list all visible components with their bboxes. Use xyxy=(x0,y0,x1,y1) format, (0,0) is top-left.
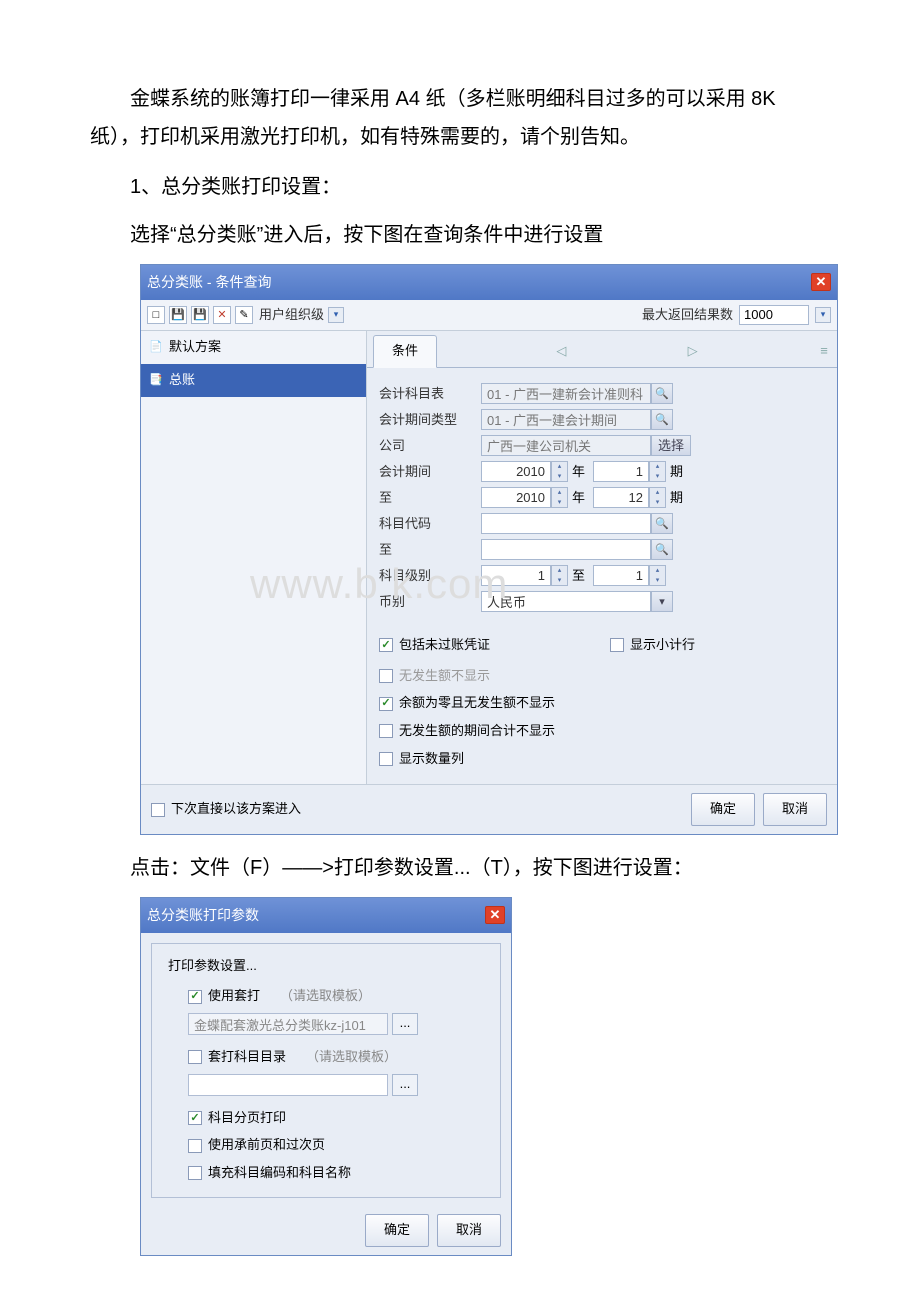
select-button[interactable]: 选择 xyxy=(651,435,691,456)
input-code-to[interactable] xyxy=(481,539,651,560)
spinner[interactable]: ▴▾ xyxy=(551,565,568,586)
doc-icon: 📑 xyxy=(149,373,163,387)
spinner[interactable]: ▴▾ xyxy=(649,565,666,586)
check-hide-no-amount[interactable]: 无发生额不显示 xyxy=(379,664,825,689)
check-show-qty[interactable]: 显示数量列 xyxy=(379,747,825,772)
list-icon[interactable]: ≡ xyxy=(817,344,831,358)
tab-conditions[interactable]: 条件 xyxy=(373,335,437,368)
print-params-fieldset: 打印参数设置... ✓使用套打 （请选取模板） ... 套打科目目录 （请选取模… xyxy=(151,943,501,1198)
dropdown-icon[interactable]: ▾ xyxy=(815,307,831,323)
fieldset-legend: 打印参数设置... xyxy=(164,954,261,979)
close-icon[interactable]: ✕ xyxy=(811,273,831,291)
label-period-to: 至 xyxy=(379,486,481,511)
lookup-icon[interactable]: 🔍 xyxy=(651,539,673,560)
print-dialog-titlebar: 总分类账打印参数 ✕ xyxy=(141,898,511,933)
cancel-button[interactable]: 取消 xyxy=(763,793,827,826)
check-hide-zero[interactable]: ✓余额为零且无发生额不显示 xyxy=(379,691,825,716)
label-code-to: 至 xyxy=(379,538,481,563)
check-hide-period-total[interactable]: 无发生额的期间合计不显示 xyxy=(379,719,825,744)
print-params-dialog: 总分类账打印参数 ✕ 打印参数设置... ✓使用套打 （请选取模板） ... 套… xyxy=(140,897,512,1255)
max-results-input[interactable] xyxy=(739,305,809,325)
browse-icon[interactable]: ... xyxy=(392,1074,418,1096)
cancel-button[interactable]: 取消 xyxy=(437,1214,501,1247)
save-icon[interactable]: 💾 xyxy=(169,306,187,324)
unit-period: 期 xyxy=(666,460,691,485)
new-icon[interactable]: □ xyxy=(147,306,165,324)
check-remember-scheme[interactable]: 下次直接以该方案进入 xyxy=(151,797,301,822)
input-year-to[interactable] xyxy=(481,487,551,508)
spinner[interactable]: ▴▾ xyxy=(551,461,568,482)
unit-year: 年 xyxy=(568,460,593,485)
doc-icon: 📄 xyxy=(149,341,163,355)
prev-icon[interactable]: ◁ xyxy=(554,344,568,358)
input-code-from[interactable] xyxy=(481,513,651,534)
template-input-1[interactable] xyxy=(188,1013,388,1035)
template-hint: （请选取模板） xyxy=(306,1045,397,1070)
input-year-from[interactable] xyxy=(481,461,551,482)
check-fill-code-name[interactable]: 填充科目编码和科目名称 xyxy=(188,1161,488,1186)
label-company: 公司 xyxy=(379,434,481,459)
sidebar-item-label: 默认方案 xyxy=(169,335,221,360)
input-period-to[interactable] xyxy=(593,487,649,508)
edit-icon[interactable]: ✎ xyxy=(235,306,253,324)
input-currency[interactable] xyxy=(481,591,651,612)
paragraph-1: 金蝶系统的账簿打印一律采用 A4 纸（多栏账明细科目过多的可以采用 8K 纸），… xyxy=(90,80,830,156)
max-results-label: 最大返回结果数 xyxy=(642,303,733,328)
dropdown-icon[interactable]: ▾ xyxy=(651,591,673,612)
label-currency: 币别 xyxy=(379,590,481,615)
unit-year: 年 xyxy=(568,486,593,511)
query-dialog-titlebar: 总分类账 - 条件查询 ✕ xyxy=(141,265,837,300)
template-input-2[interactable] xyxy=(188,1074,388,1096)
check-use-template[interactable]: ✓使用套打 （请选取模板） xyxy=(188,984,488,1009)
dropdown-icon[interactable]: ▾ xyxy=(328,307,344,323)
input-period-type[interactable] xyxy=(481,409,651,430)
sidebar-item-ledger[interactable]: 📑 总账 xyxy=(141,364,366,397)
check-show-subtotal[interactable]: 显示小计行 xyxy=(610,633,695,658)
paragraph-3: 点击：文件（F）——>打印参数设置...（T），按下图进行设置： xyxy=(90,849,830,887)
conditions-form: 会计科目表 🔍 会计期间类型 🔍 公司 选择 xyxy=(367,368,837,622)
label-level: 科目级别 xyxy=(379,564,481,589)
ok-button[interactable]: 确定 xyxy=(365,1214,429,1247)
numbered-1: 1、总分类账打印设置： xyxy=(90,168,830,206)
usergroup-label: 用户组织级 xyxy=(259,303,324,328)
lookup-icon[interactable]: 🔍 xyxy=(651,383,673,404)
input-chart[interactable] xyxy=(481,383,651,404)
lookup-icon[interactable]: 🔍 xyxy=(651,409,673,430)
next-icon[interactable]: ▷ xyxy=(686,344,700,358)
delete-icon[interactable]: ✕ xyxy=(213,306,231,324)
label-code-from: 科目代码 xyxy=(379,512,481,537)
paragraph-2: 选择“总分类账”进入后，按下图在查询条件中进行设置 xyxy=(90,216,830,254)
label-chart: 会计科目表 xyxy=(379,382,481,407)
template-hint: （请选取模板） xyxy=(280,984,371,1009)
label-period-from: 会计期间 xyxy=(379,460,481,485)
sidebar-item-default[interactable]: 📄 默认方案 xyxy=(141,331,366,364)
input-level-from[interactable] xyxy=(481,565,551,586)
sidebar-item-label: 总账 xyxy=(169,368,195,393)
input-level-to[interactable] xyxy=(593,565,649,586)
spinner[interactable]: ▴▾ xyxy=(551,487,568,508)
ok-button[interactable]: 确定 xyxy=(691,793,755,826)
unit-period: 期 xyxy=(666,486,691,511)
input-period-from[interactable] xyxy=(593,461,649,482)
lookup-icon[interactable]: 🔍 xyxy=(651,513,673,534)
check-print-catalog[interactable]: 套打科目目录 （请选取模板） xyxy=(188,1045,488,1070)
spinner[interactable]: ▴▾ xyxy=(649,461,666,482)
unit-to: 至 xyxy=(568,564,593,589)
print-dialog-title: 总分类账打印参数 xyxy=(147,902,259,929)
close-icon[interactable]: ✕ xyxy=(485,906,505,924)
check-carry-page[interactable]: 使用承前页和过次页 xyxy=(188,1133,488,1158)
query-dialog-title: 总分类账 - 条件查询 xyxy=(147,269,271,296)
scheme-sidebar: 📄 默认方案 📑 总账 xyxy=(141,331,367,784)
query-dialog: 总分类账 - 条件查询 ✕ □ 💾 💾 ✕ ✎ 用户组织级 ▾ 最大返回结果数 … xyxy=(140,264,838,835)
spinner[interactable]: ▴▾ xyxy=(649,487,666,508)
query-toolbar: □ 💾 💾 ✕ ✎ 用户组织级 ▾ 最大返回结果数 ▾ xyxy=(141,300,837,332)
input-company[interactable] xyxy=(481,435,651,456)
browse-icon[interactable]: ... xyxy=(392,1013,418,1035)
check-include-unposted[interactable]: ✓包括未过账凭证 xyxy=(379,633,490,658)
save-as-icon[interactable]: 💾 xyxy=(191,306,209,324)
label-period-type: 会计期间类型 xyxy=(379,408,481,433)
check-pagebreak[interactable]: ✓科目分页打印 xyxy=(188,1106,488,1131)
